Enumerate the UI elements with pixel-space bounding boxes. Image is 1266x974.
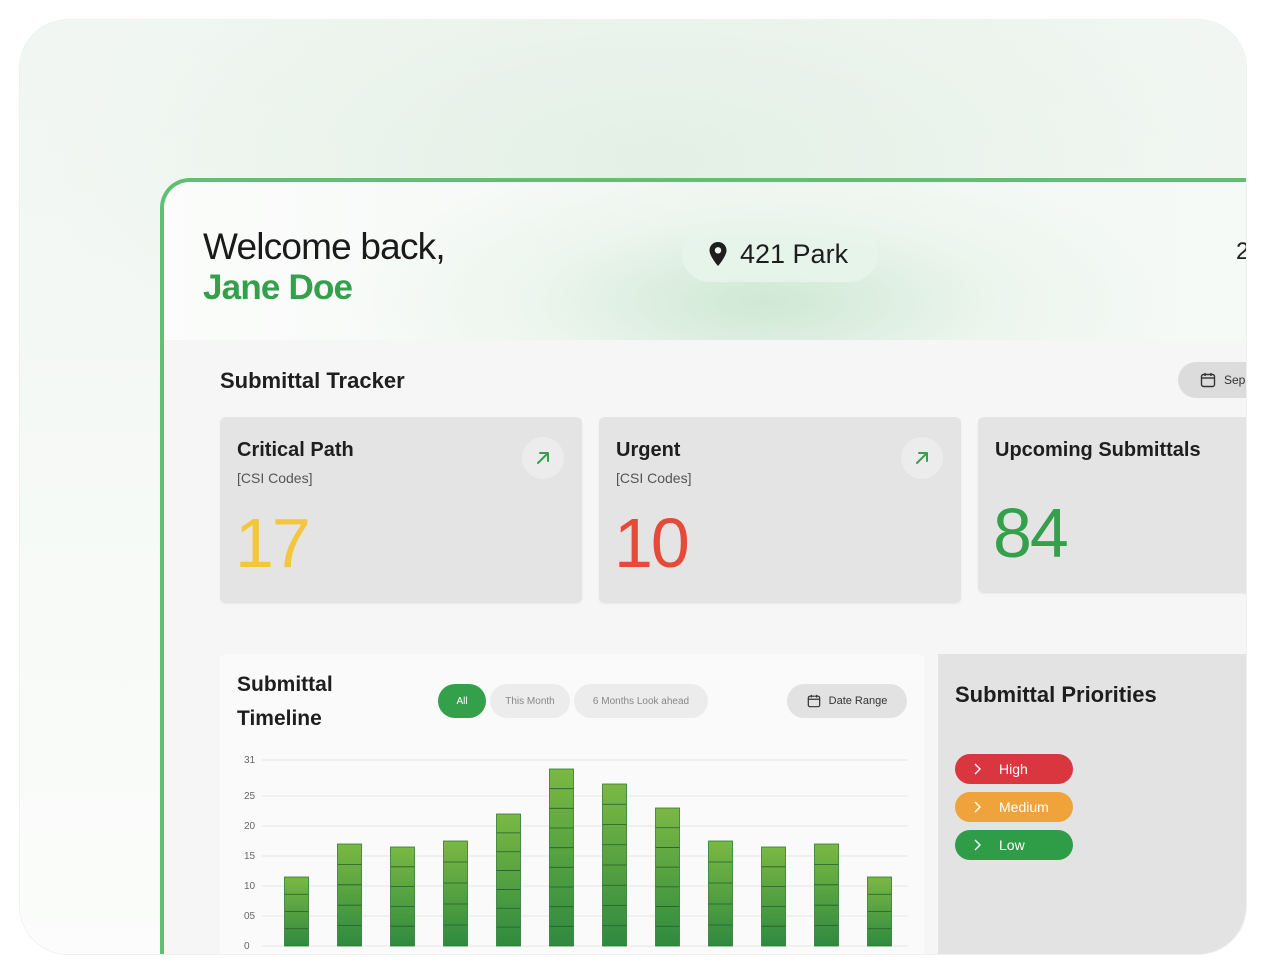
priority-label: Medium xyxy=(999,799,1049,815)
submittal-priorities-panel: Submittal Priorities High Medium Low xyxy=(938,654,1246,954)
welcome-text: Welcome back, xyxy=(203,226,446,267)
priority-medium-button[interactable]: Medium xyxy=(955,792,1073,822)
filter-this-month-button[interactable]: This Month xyxy=(490,684,570,718)
date-range-label: Date Range xyxy=(828,695,888,707)
timeline-bar[interactable] xyxy=(443,840,468,947)
timeline-bar[interactable] xyxy=(496,813,521,947)
project-location-pill[interactable]: 421 Park xyxy=(682,226,878,282)
submittal-tracker-title: Submittal Tracker xyxy=(220,368,405,393)
location-pin-icon xyxy=(709,242,727,266)
chevron-right-icon xyxy=(974,801,981,813)
priority-high-button[interactable]: High xyxy=(955,754,1073,784)
project-location: 421 Park xyxy=(740,238,849,269)
card-value: 10 xyxy=(614,504,690,582)
open-critical-path-button[interactable] xyxy=(522,437,564,479)
app-frame: Welcome back, Jane Doe 421 Park 2 Submit… xyxy=(20,20,1246,954)
welcome-banner: Welcome back, Jane Doe 421 Park 2 xyxy=(164,182,1246,340)
y-tick-label: 20 xyxy=(244,821,256,832)
tracker-date-button[interactable]: Sep xyxy=(1178,362,1246,398)
arrow-up-right-icon xyxy=(537,452,549,464)
timeline-bar[interactable] xyxy=(337,843,362,947)
timeline-bar[interactable] xyxy=(390,846,415,947)
critical-path-card[interactable]: Critical Path [CSI Codes] 17 xyxy=(220,417,582,603)
upcoming-submittals-card[interactable]: Upcoming Submittals 84 xyxy=(978,417,1246,593)
priority-label: High xyxy=(999,761,1028,777)
open-urgent-button[interactable] xyxy=(901,437,943,479)
urgent-card[interactable]: Urgent [CSI Codes] 10 xyxy=(599,417,961,603)
y-tick-label: 0 xyxy=(244,941,250,952)
card-title: Critical Path xyxy=(237,439,354,461)
filter-six-months-button[interactable]: 6 Months Look ahead xyxy=(574,684,708,718)
y-tick-label: 31 xyxy=(244,755,256,766)
filter-all-button[interactable]: All xyxy=(438,684,486,718)
y-tick-label: 15 xyxy=(244,851,256,862)
dashboard-screen: Welcome back, Jane Doe 421 Park 2 Submit… xyxy=(160,178,1246,954)
timeline-bar[interactable] xyxy=(814,843,839,947)
priority-low-button[interactable]: Low xyxy=(955,830,1073,860)
date-range-button[interactable]: Date Range xyxy=(787,684,907,718)
user-name: Jane Doe xyxy=(203,268,353,307)
submittal-timeline-panel: Submittal Timeline All This Month 6 Mont… xyxy=(220,654,924,954)
timeline-bar[interactable] xyxy=(549,768,574,947)
timeline-title: Submittal Timeline xyxy=(237,673,333,730)
card-subtitle: [CSI Codes] xyxy=(237,470,313,486)
submittal-timeline-chart: 0 05 10 15 20 25 31 xyxy=(244,755,908,952)
priorities-title: Submittal Priorities xyxy=(955,682,1157,707)
y-tick-label: 25 xyxy=(244,791,256,802)
card-title: Urgent xyxy=(616,439,681,461)
timeline-bar[interactable] xyxy=(761,846,786,947)
arrow-up-right-icon xyxy=(916,452,928,464)
header-corner-text: 2 xyxy=(1236,238,1246,266)
y-tick-label: 10 xyxy=(244,881,256,892)
card-title: Upcoming Submittals xyxy=(995,439,1201,461)
calendar-icon xyxy=(1200,373,1216,388)
tracker-date-label: Sep xyxy=(1224,373,1246,387)
timeline-bar[interactable] xyxy=(708,840,733,947)
priority-label: Low xyxy=(999,837,1025,853)
timeline-bar[interactable] xyxy=(655,807,680,947)
y-tick-label: 05 xyxy=(244,911,256,922)
card-value: 84 xyxy=(993,494,1069,572)
chevron-right-icon xyxy=(974,839,981,851)
card-value: 17 xyxy=(235,504,311,582)
chevron-right-icon xyxy=(974,763,981,775)
card-subtitle: [CSI Codes] xyxy=(616,470,692,486)
calendar-icon xyxy=(807,694,820,708)
